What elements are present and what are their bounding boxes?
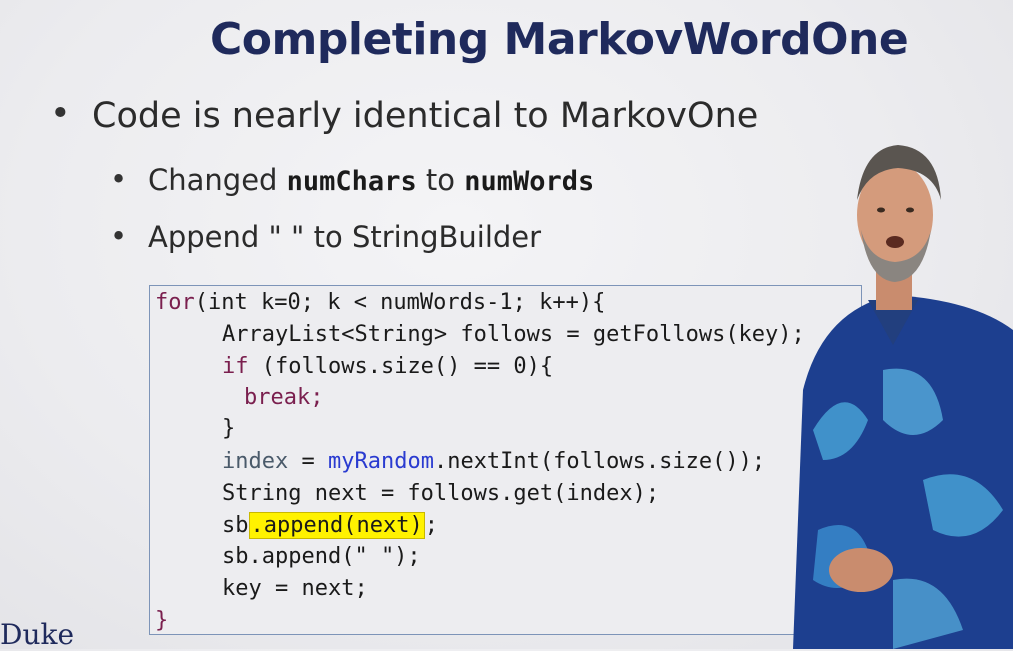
bullet-dot: • bbox=[110, 162, 128, 196]
code-line-9: sb.append(" "); bbox=[222, 544, 421, 569]
code-line-10: key = next; bbox=[222, 576, 368, 601]
bullet-dot: • bbox=[50, 94, 71, 134]
bullet-sub-append-text: Append " " to StringBuilder bbox=[148, 220, 542, 254]
code-term-new: numWords bbox=[464, 166, 595, 197]
presenter-video bbox=[793, 145, 1013, 649]
code-line-2: ArrayList<String> follows = getFollows(k… bbox=[222, 322, 805, 347]
code-text: (int k=0; k < numWords-1; k++){ bbox=[194, 290, 606, 315]
bullet-main-text: Code is nearly identical to MarkovOne bbox=[92, 96, 759, 136]
code-line-1: for(int k=0; k < numWords-1; k++){ bbox=[155, 289, 605, 317]
highlighted-code: .append(next) bbox=[248, 512, 425, 539]
code-line-8: sb.append(next); bbox=[222, 512, 438, 540]
code-text: (follows.size() == 0){ bbox=[248, 354, 554, 379]
code-field: myRandom bbox=[327, 449, 434, 474]
code-line-5: } bbox=[222, 416, 236, 441]
code-line-3: if (follows.size() == 0){ bbox=[222, 353, 553, 381]
duke-logo: Duke bbox=[0, 618, 75, 651]
code-text: .nextInt(follows.size()); bbox=[433, 449, 766, 474]
bullet-main: • Code is nearly identical to MarkovOne bbox=[50, 94, 759, 136]
code-text: ; bbox=[424, 513, 438, 538]
bullet-sub-changed: • Changed numChars to numWords bbox=[110, 162, 595, 197]
code-text: sb bbox=[222, 513, 249, 538]
slide-title: Completing MarkovWordOne bbox=[210, 14, 909, 65]
code-block: for(int k=0; k < numWords-1; k++){ Array… bbox=[149, 285, 862, 635]
bullet-dot: • bbox=[110, 219, 128, 253]
code-text: = bbox=[288, 449, 328, 474]
bullet-sub-append: • Append " " to StringBuilder bbox=[110, 219, 542, 254]
code-var: index bbox=[222, 449, 289, 474]
keyword: if bbox=[222, 354, 249, 379]
code-line-11: } bbox=[155, 608, 169, 633]
keyword: for bbox=[155, 290, 195, 315]
code-line-6: index = myRandom.nextInt(follows.size())… bbox=[222, 448, 765, 476]
code-line-7: String next = follows.get(index); bbox=[222, 481, 660, 506]
bullet-sub-prefix: Changed bbox=[148, 163, 287, 197]
code-line-4: break; bbox=[244, 385, 324, 410]
code-term-old: numChars bbox=[286, 166, 417, 197]
bullet-sub-middle: to bbox=[416, 163, 465, 197]
